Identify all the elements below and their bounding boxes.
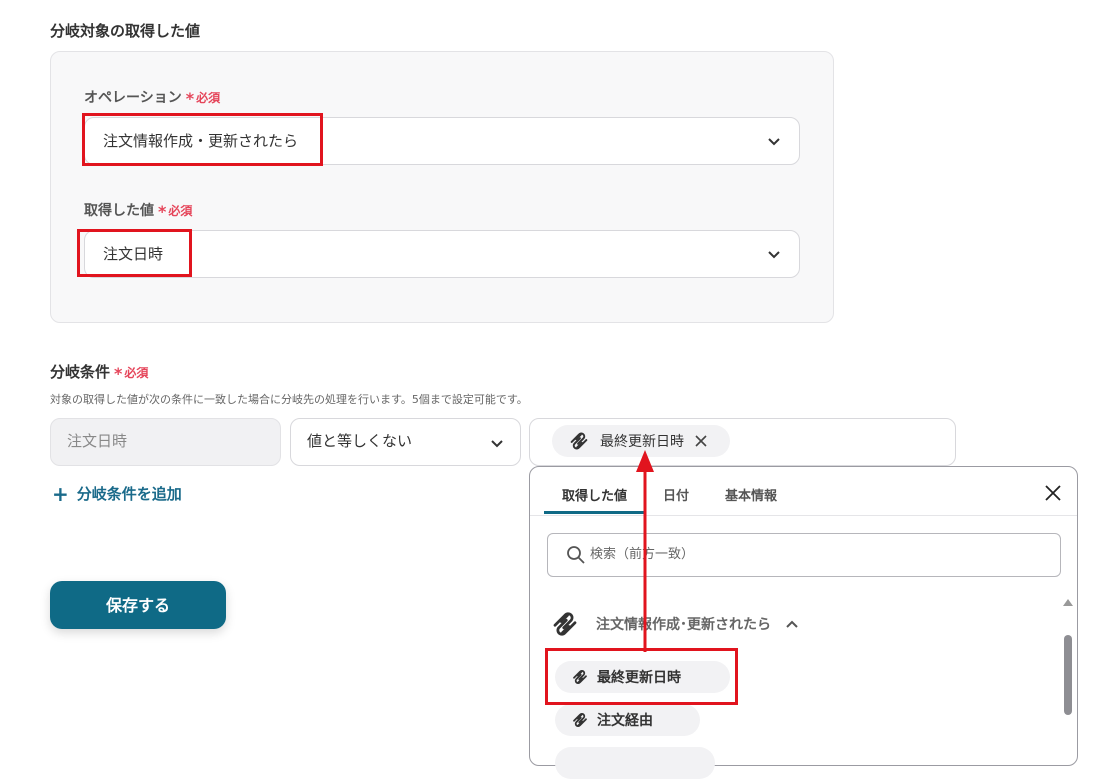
annotation-arrow: [636, 450, 654, 652]
tab-divider: [530, 515, 1077, 516]
condition-field-box: 注文日時: [50, 418, 281, 466]
tab-basic-info[interactable]: 基本情報: [725, 485, 777, 504]
close-icon[interactable]: [694, 434, 708, 448]
add-condition-link[interactable]: + 分岐条件を追加: [52, 482, 182, 506]
source-section-title: 分岐対象の取得した値: [50, 22, 201, 40]
value-picker-popup: 取得した値 日付 基本情報 検索（前方一致） 注文情報作成･更新されたら 最終更…: [529, 466, 1078, 779]
save-button[interactable]: 保存する: [50, 581, 226, 629]
plus-icon: +: [52, 482, 69, 506]
list-item-label: 注文経由: [597, 713, 653, 729]
operator-select-value: 値と等しくない: [307, 432, 413, 450]
chevron-down-icon: [491, 440, 503, 448]
list-item[interactable]: [555, 747, 715, 779]
squarespace-icon: [573, 712, 587, 728]
group-header-label: 注文情報作成･更新されたら: [596, 617, 771, 633]
highlight-box-acquired-value: [77, 229, 192, 277]
squarespace-icon: [570, 432, 588, 450]
add-condition-label: 分岐条件を追加: [76, 485, 182, 503]
chevron-up-icon: [786, 620, 798, 628]
highlight-box-operation: [82, 113, 323, 166]
scrollbar-thumb[interactable]: [1064, 635, 1072, 715]
search-input[interactable]: 検索（前方一致）: [547, 533, 1061, 577]
condition-title-text: 分岐条件: [50, 363, 111, 381]
search-icon: [567, 546, 585, 564]
required-badge: * 必須: [158, 202, 193, 221]
required-badge: * 必須: [185, 89, 221, 108]
scrollbar-up-arrow[interactable]: [1063, 599, 1073, 606]
chevron-down-icon: [768, 138, 780, 146]
chevron-down-icon: [768, 251, 780, 259]
tab-date[interactable]: 日付: [663, 485, 689, 504]
condition-field-value: 注文日時: [67, 432, 128, 450]
operator-select[interactable]: 値と等しくない: [290, 418, 521, 466]
acquired-value-label: 取得した値 * 必須: [84, 200, 192, 221]
list-item[interactable]: 注文経由: [555, 704, 700, 736]
group-header[interactable]: 注文情報作成･更新されたら: [550, 609, 799, 639]
operation-label-text: オペレーション: [84, 90, 182, 106]
active-tab-indicator: [544, 511, 644, 514]
operation-label: オペレーション * 必須: [84, 87, 220, 108]
condition-description: 対象の取得した値が次の条件に一致した場合に分岐先の処理を行います。5個まで設定可…: [50, 393, 528, 406]
highlight-box-list-item: [545, 648, 738, 705]
tab-acquired-value[interactable]: 取得した値: [562, 485, 627, 504]
required-badge: * 必須: [114, 364, 149, 383]
condition-section-title: 分岐条件 * 必須: [50, 361, 148, 383]
squarespace-icon: [553, 612, 577, 636]
close-icon[interactable]: [1045, 485, 1061, 501]
acquired-value-label-text: 取得した値: [84, 203, 154, 219]
